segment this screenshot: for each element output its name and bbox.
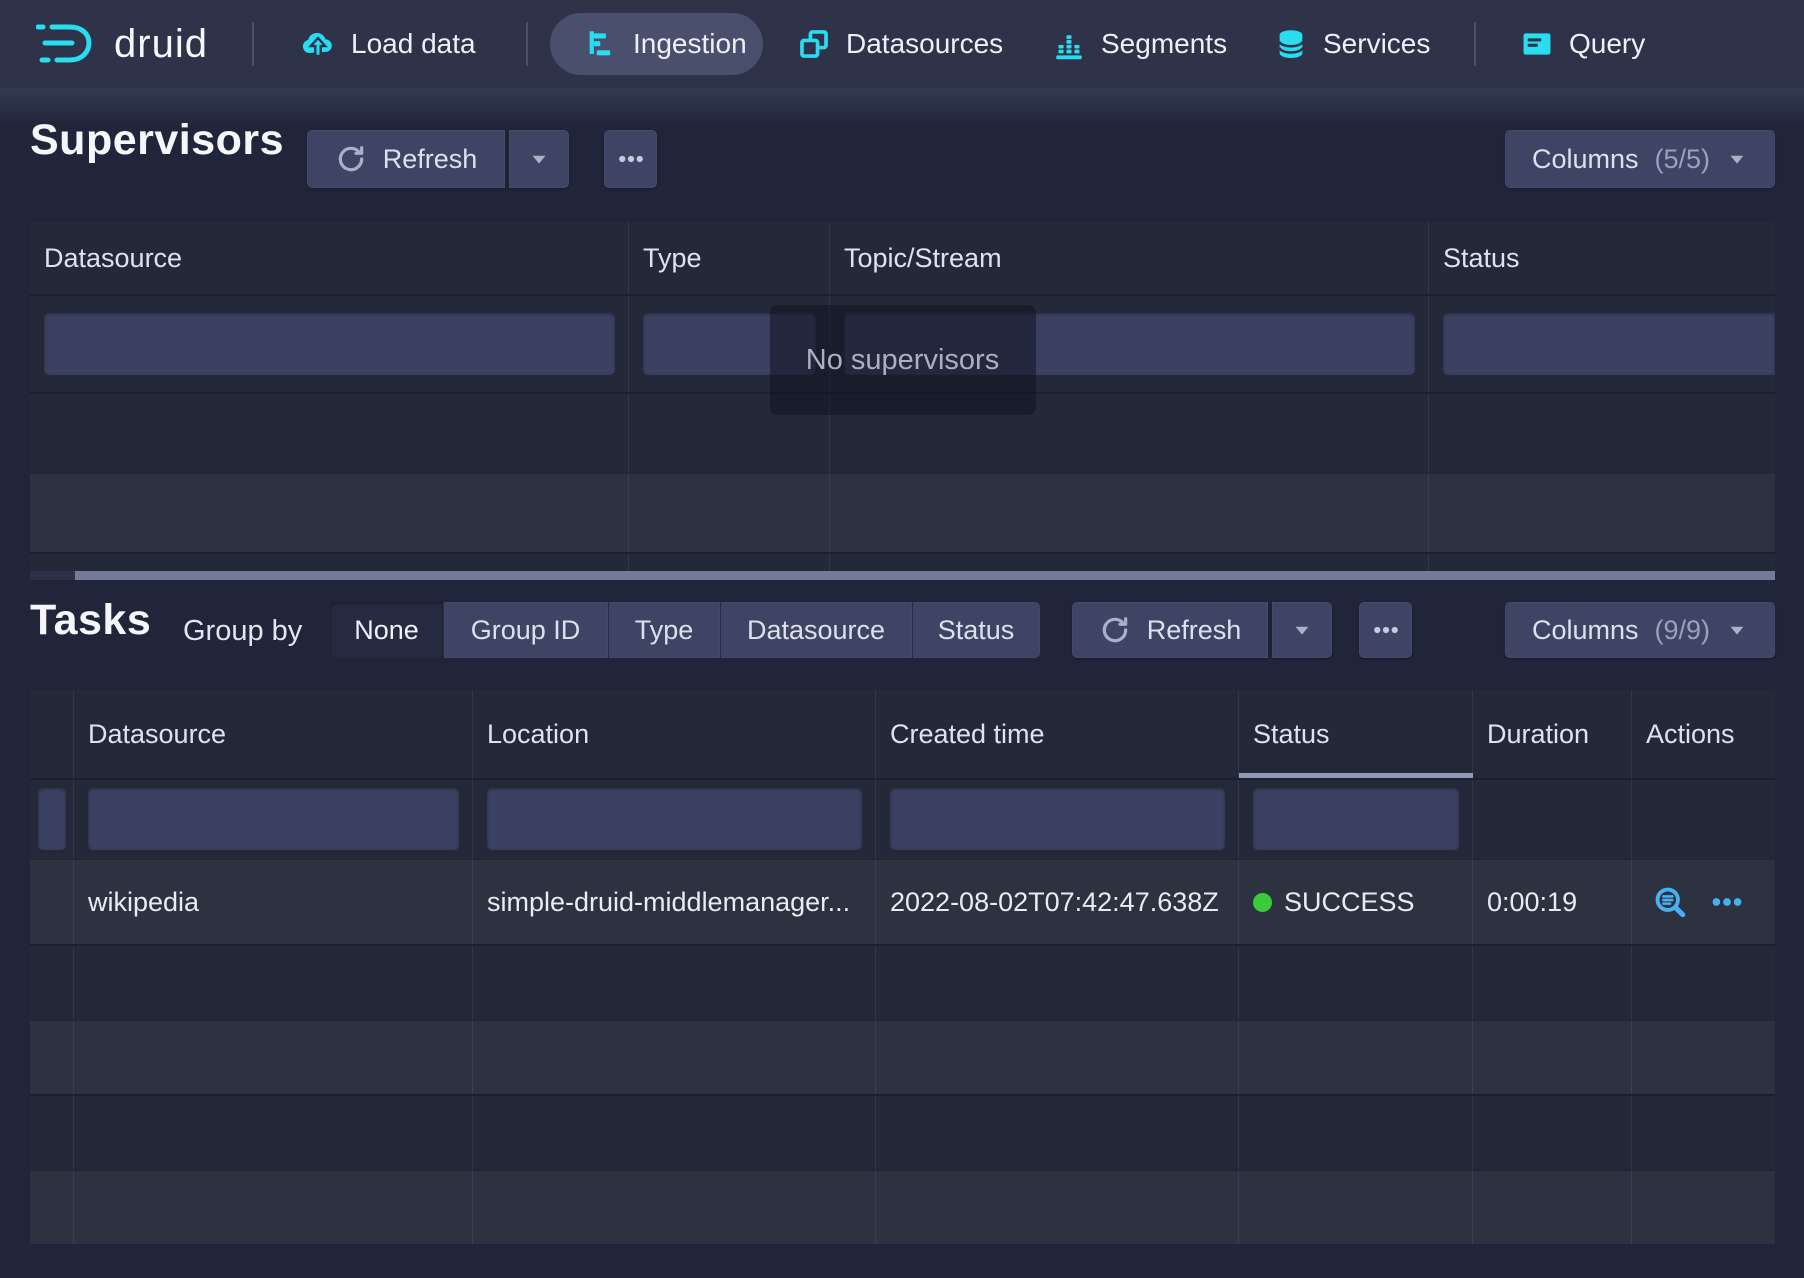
- scrollbar-thumb[interactable]: [75, 571, 1775, 580]
- upload-cloud-icon: [300, 26, 336, 62]
- status-success-dot: [1253, 893, 1272, 912]
- table-row: [30, 1094, 1775, 1169]
- filter-datasource-input[interactable]: [88, 788, 459, 850]
- tasks-header-row: Datasource Location Created time Status …: [30, 690, 1775, 778]
- table-row: [30, 944, 1775, 1019]
- columns-count: (9/9): [1655, 615, 1711, 646]
- druid-console-screen: druid Load data Ing: [0, 0, 1804, 1278]
- cell-location[interactable]: simple-druid-middlemanager...: [473, 860, 876, 944]
- table-row: [30, 1019, 1775, 1094]
- refresh-label: Refresh: [383, 144, 478, 175]
- column-header-sorted[interactable]: Status: [1239, 690, 1473, 778]
- druid-logo[interactable]: druid: [36, 0, 208, 88]
- nav-item-label: Load data: [351, 28, 476, 60]
- group-by-none-button[interactable]: None: [330, 602, 443, 658]
- more-dots-icon: [1371, 615, 1401, 645]
- refresh-label: Refresh: [1147, 615, 1242, 646]
- console-icon: [1520, 27, 1554, 61]
- supervisors-horizontal-scrollbar: [30, 571, 1775, 580]
- filter-first-input[interactable]: [38, 788, 66, 850]
- column-header[interactable]: Created time: [876, 690, 1239, 778]
- refresh-icon: [335, 143, 367, 175]
- refresh-icon: [1099, 614, 1131, 646]
- columns-count: (5/5): [1655, 144, 1711, 175]
- column-header[interactable]: Type: [629, 222, 830, 294]
- chevron-down-icon: [1291, 619, 1313, 641]
- navbar-shadow: [0, 88, 1804, 126]
- nav-item-label: Services: [1323, 28, 1430, 60]
- tasks-refresh-caret-button[interactable]: [1272, 602, 1332, 658]
- column-header[interactable]: [30, 690, 74, 778]
- more-dots-icon: [616, 144, 646, 174]
- no-supervisors-message: No supervisors: [770, 305, 1036, 415]
- nav-item-query[interactable]: Query: [1520, 0, 1645, 88]
- group-by-group-id-button[interactable]: Group ID: [443, 602, 608, 658]
- cell-status[interactable]: SUCCESS: [1239, 860, 1473, 944]
- nav-divider: [1474, 22, 1476, 66]
- column-header[interactable]: Duration: [1473, 690, 1632, 778]
- column-header[interactable]: Actions: [1632, 690, 1775, 778]
- nav-item-segments[interactable]: Segments: [1052, 0, 1227, 88]
- nav-item-label: Ingestion: [633, 28, 747, 60]
- database-icon: [1274, 27, 1308, 61]
- columns-label: Columns: [1532, 144, 1639, 175]
- supervisors-header-row: Datasource Type Topic/Stream Status: [30, 222, 1775, 294]
- group-by-type-button[interactable]: Type: [608, 602, 720, 658]
- nav-divider: [526, 22, 528, 66]
- gantt-chart-icon: [584, 27, 618, 61]
- chevron-down-icon: [528, 148, 550, 170]
- filter-status-input[interactable]: [1253, 788, 1459, 850]
- nav-divider: [252, 22, 254, 66]
- supervisors-table: Datasource Type Topic/Stream Status No s…: [30, 222, 1775, 571]
- group-by-datasource-button[interactable]: Datasource: [720, 602, 912, 658]
- nav-item-datasources[interactable]: Datasources: [797, 0, 1003, 88]
- filter-status-input[interactable]: [1443, 313, 1775, 375]
- tasks-title: Tasks: [30, 596, 151, 645]
- druid-logo-icon: [36, 20, 98, 68]
- tasks-filter-row: [30, 778, 1775, 858]
- row-more-actions-icon[interactable]: [1710, 885, 1744, 919]
- supervisors-more-button[interactable]: [604, 130, 657, 188]
- filter-created-time-input[interactable]: [890, 788, 1225, 850]
- tasks-refresh-button[interactable]: Refresh: [1072, 602, 1268, 658]
- nav-item-label: Datasources: [846, 28, 1003, 60]
- nav-item-load-data[interactable]: Load data: [300, 0, 476, 88]
- table-row: [30, 472, 1775, 552]
- task-row-wikipedia: wikipedia simple-druid-middlemanager... …: [30, 858, 1775, 944]
- supervisors-refresh-button[interactable]: Refresh: [307, 130, 505, 188]
- group-by-status-button[interactable]: Status: [912, 602, 1040, 658]
- tasks-more-button[interactable]: [1359, 602, 1412, 658]
- nav-item-label: Query: [1569, 28, 1645, 60]
- bar-segments-icon: [1052, 27, 1086, 61]
- column-header[interactable]: Datasource: [30, 222, 629, 294]
- top-navbar: druid Load data Ing: [0, 0, 1804, 88]
- cell-actions: [1632, 860, 1775, 944]
- table-row: [30, 552, 1775, 571]
- columns-label: Columns: [1532, 615, 1639, 646]
- column-header[interactable]: Location: [473, 690, 876, 778]
- nav-item-ingestion[interactable]: Ingestion: [584, 0, 747, 88]
- brand-name: druid: [114, 22, 208, 67]
- chevron-down-icon: [1726, 619, 1748, 641]
- nav-item-label: Segments: [1101, 28, 1227, 60]
- column-header[interactable]: Datasource: [74, 690, 473, 778]
- filter-datasource-input[interactable]: [44, 313, 615, 375]
- group-by-label: Group by: [183, 615, 302, 648]
- tasks-columns-button[interactable]: Columns (9/9): [1505, 602, 1775, 658]
- filter-location-input[interactable]: [487, 788, 862, 850]
- cell-datasource[interactable]: wikipedia: [74, 860, 473, 944]
- supervisors-columns-button[interactable]: Columns (5/5): [1505, 130, 1775, 188]
- cell-duration[interactable]: 0:00:19: [1473, 860, 1632, 944]
- nav-item-services[interactable]: Services: [1274, 0, 1430, 88]
- tasks-table: Datasource Location Created time Status …: [30, 690, 1775, 1244]
- table-row: [30, 1169, 1775, 1244]
- column-header[interactable]: Status: [1429, 222, 1775, 294]
- column-header[interactable]: Topic/Stream: [830, 222, 1429, 294]
- supervisors-refresh-caret-button[interactable]: [509, 130, 569, 188]
- layers-icon: [797, 27, 831, 61]
- chevron-down-icon: [1726, 148, 1748, 170]
- cell-created-time[interactable]: 2022-08-02T07:42:47.638Z: [876, 860, 1239, 944]
- view-details-magnifier-icon[interactable]: [1652, 884, 1688, 920]
